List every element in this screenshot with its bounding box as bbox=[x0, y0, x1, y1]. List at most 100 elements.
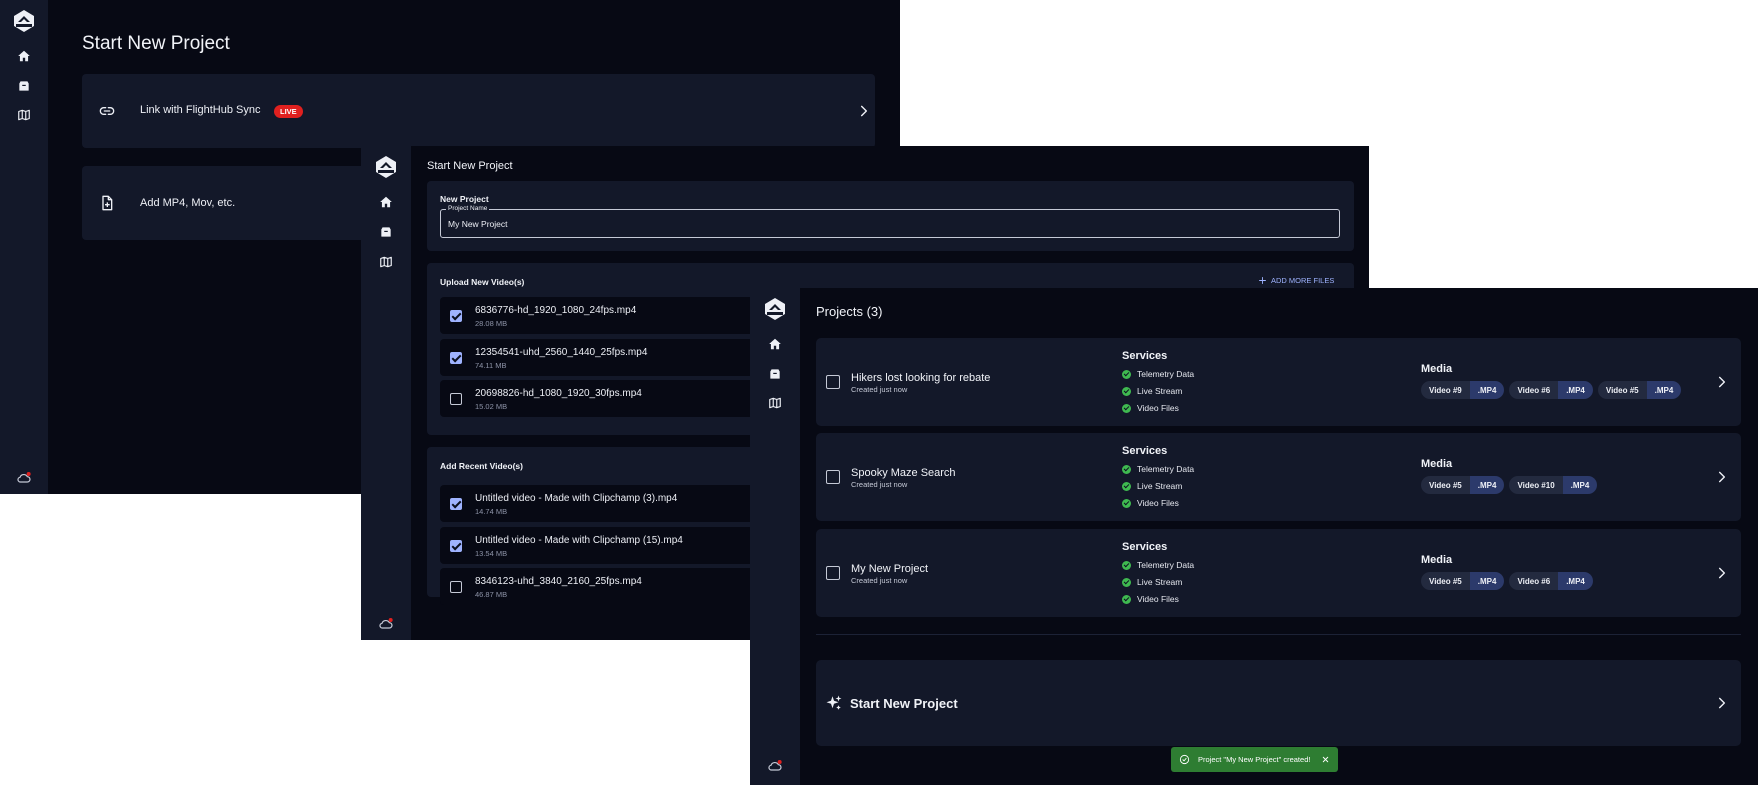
file-row[interactable]: 6836776-hd_1920_1080_24fps.mp4 28.08 MB bbox=[440, 297, 780, 334]
check-circle-icon bbox=[1122, 464, 1131, 474]
toast-notification: Project "My New Project" created! bbox=[1171, 747, 1338, 772]
file-checkbox[interactable] bbox=[450, 310, 462, 322]
check-circle-icon bbox=[1122, 498, 1131, 508]
check-circle-icon bbox=[1122, 386, 1131, 396]
divider bbox=[816, 634, 1741, 635]
file-checkbox[interactable] bbox=[450, 352, 462, 364]
add-more-label: ADD MORE FILES bbox=[1271, 276, 1335, 285]
service-item: Video Files bbox=[1122, 403, 1179, 413]
window-projects-list: Projects (3) Hikers lost looking for reb… bbox=[750, 288, 1758, 785]
project-card[interactable]: Spooky Maze Search Created just now Serv… bbox=[816, 433, 1741, 521]
file-size: 46.87 MB bbox=[475, 590, 508, 599]
file-row[interactable]: Untitled video - Made with Clipchamp (15… bbox=[440, 527, 780, 564]
file-row[interactable]: 20698826-hd_1080_1920_30fps.mp4 15.02 MB bbox=[440, 380, 780, 417]
file-row[interactable]: 8346123-uhd_3840_2160_25fps.mp4 46.87 MB bbox=[440, 568, 780, 605]
chevron-right-icon[interactable] bbox=[1715, 566, 1729, 580]
field-label: Project Name bbox=[446, 205, 490, 212]
file-name: Untitled video - Made with Clipchamp (15… bbox=[475, 535, 683, 546]
map-icon[interactable] bbox=[767, 395, 783, 411]
check-circle-icon bbox=[1122, 560, 1131, 570]
file-row[interactable]: Untitled video - Made with Clipchamp (3)… bbox=[440, 485, 780, 522]
service-item: Live Stream bbox=[1122, 577, 1182, 587]
archive-icon[interactable] bbox=[767, 366, 783, 382]
project-created: Created just now bbox=[851, 576, 908, 585]
side-rail bbox=[750, 288, 800, 785]
side-rail bbox=[0, 0, 48, 494]
file-row[interactable]: 12354541-uhd_2560_1440_25fps.mp4 74.11 M… bbox=[440, 339, 780, 376]
home-icon[interactable] bbox=[767, 336, 783, 352]
page-title: Projects (3) bbox=[816, 304, 883, 319]
check-circle-icon bbox=[1122, 369, 1131, 379]
page-title: Start New Project bbox=[427, 160, 513, 172]
map-icon[interactable] bbox=[16, 107, 32, 123]
file-size: 15.02 MB bbox=[475, 402, 508, 411]
file-checkbox[interactable] bbox=[450, 393, 462, 405]
option-flighthub-sync[interactable]: Link with FlightHub Sync LIVE bbox=[82, 74, 875, 148]
service-item: Telemetry Data bbox=[1122, 560, 1194, 570]
media-chip[interactable]: Video #5 .MP4 bbox=[1597, 381, 1682, 399]
project-card[interactable]: Hikers lost looking for rebate Created j… bbox=[816, 338, 1741, 426]
check-circle-icon bbox=[1122, 403, 1131, 413]
bishop-logo-icon bbox=[374, 155, 398, 179]
cloud-status-icon[interactable] bbox=[767, 758, 783, 774]
service-item: Live Stream bbox=[1122, 481, 1182, 491]
media-chips: Video #5 .MP4 Video #10 .MP4 bbox=[1421, 476, 1598, 494]
bishop-logo-icon bbox=[763, 297, 787, 321]
media-chip[interactable]: Video #5 .MP4 bbox=[1421, 572, 1505, 590]
check-circle-icon bbox=[1122, 481, 1131, 491]
service-item: Telemetry Data bbox=[1122, 464, 1194, 474]
project-name-value[interactable]: My New Project bbox=[448, 219, 508, 229]
sparkle-icon bbox=[825, 694, 843, 712]
file-size: 74.11 MB bbox=[475, 361, 507, 370]
project-card[interactable]: My New Project Created just now Services… bbox=[816, 529, 1741, 617]
project-created: Created just now bbox=[851, 480, 908, 489]
file-checkbox[interactable] bbox=[450, 498, 462, 510]
start-new-label: Start New Project bbox=[850, 696, 958, 711]
close-icon[interactable] bbox=[1321, 755, 1330, 764]
check-circle-icon bbox=[1122, 577, 1131, 587]
file-checkbox[interactable] bbox=[450, 540, 462, 552]
section-heading: Upload New Video(s) bbox=[440, 277, 525, 287]
chevron-right-icon[interactable] bbox=[1715, 470, 1729, 484]
cloud-status-icon[interactable] bbox=[378, 616, 394, 632]
live-badge: LIVE bbox=[274, 105, 303, 118]
service-item: Video Files bbox=[1122, 594, 1179, 604]
chevron-right-icon[interactable] bbox=[1715, 375, 1729, 389]
project-name: Spooky Maze Search bbox=[851, 467, 956, 479]
project-name-field[interactable]: Project Name My New Project bbox=[440, 205, 1340, 238]
project-checkbox[interactable] bbox=[826, 375, 840, 389]
section-heading: Add Recent Video(s) bbox=[440, 461, 523, 471]
plus-icon bbox=[1258, 276, 1267, 285]
service-item: Telemetry Data bbox=[1122, 369, 1194, 379]
services-heading: Services bbox=[1122, 541, 1168, 553]
media-chip[interactable]: Video #6 .MP4 bbox=[1509, 381, 1593, 399]
project-checkbox[interactable] bbox=[826, 566, 840, 580]
media-heading: Media bbox=[1421, 554, 1453, 566]
media-chips: Video #5 .MP4 Video #6 .MP4 bbox=[1421, 572, 1593, 590]
media-chip[interactable]: Video #6 .MP4 bbox=[1509, 572, 1593, 590]
media-chip[interactable]: Video #10 .MP4 bbox=[1509, 476, 1598, 494]
file-add-icon bbox=[99, 195, 115, 211]
check-circle-icon bbox=[1122, 594, 1131, 604]
chevron-right-icon[interactable] bbox=[1715, 696, 1729, 710]
media-chip[interactable]: Video #9 .MP4 bbox=[1421, 381, 1505, 399]
file-size: 14.74 MB bbox=[475, 507, 508, 516]
bishop-logo-icon bbox=[12, 9, 36, 33]
file-name: 6836776-hd_1920_1080_24fps.mp4 bbox=[475, 305, 637, 316]
cloud-status-icon[interactable] bbox=[16, 470, 32, 486]
home-icon[interactable] bbox=[378, 194, 394, 210]
project-checkbox[interactable] bbox=[826, 470, 840, 484]
add-more-files-button[interactable]: ADD MORE FILES bbox=[1258, 276, 1334, 285]
archive-icon[interactable] bbox=[16, 78, 32, 94]
start-new-project-card[interactable]: Start New Project bbox=[816, 660, 1741, 746]
archive-icon[interactable] bbox=[378, 224, 394, 240]
map-icon[interactable] bbox=[378, 254, 394, 270]
file-checkbox[interactable] bbox=[450, 581, 462, 593]
media-heading: Media bbox=[1421, 458, 1453, 470]
file-name: Untitled video - Made with Clipchamp (3)… bbox=[475, 493, 678, 504]
service-item: Live Stream bbox=[1122, 386, 1182, 396]
check-circle-icon bbox=[1179, 754, 1190, 765]
home-icon[interactable] bbox=[16, 48, 32, 64]
chevron-right-icon bbox=[857, 104, 871, 118]
media-chip[interactable]: Video #5 .MP4 bbox=[1421, 476, 1505, 494]
